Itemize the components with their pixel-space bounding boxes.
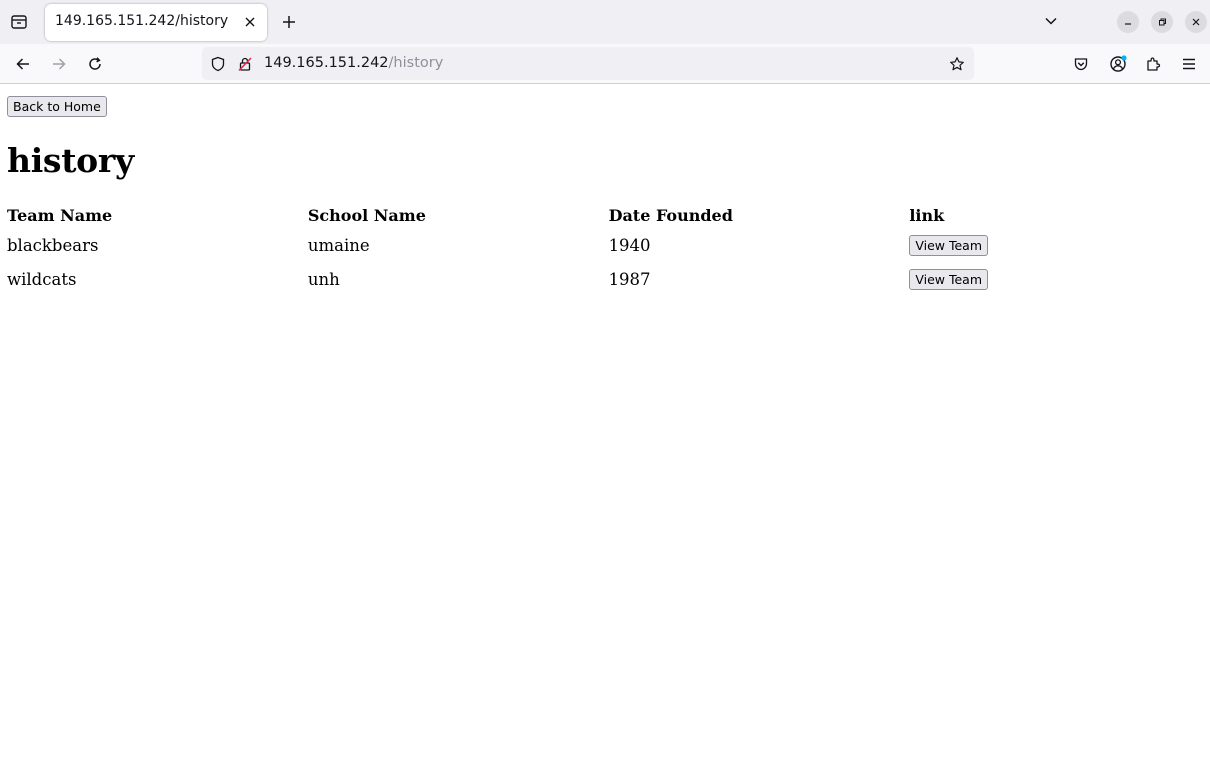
view-team-button[interactable]: View Team bbox=[909, 234, 989, 256]
shield-icon[interactable] bbox=[209, 55, 227, 73]
chevron-down-icon[interactable] bbox=[1039, 9, 1063, 33]
column-header-link: link bbox=[909, 206, 945, 225]
forward-arrow-icon[interactable] bbox=[45, 50, 73, 78]
close-window-icon[interactable] bbox=[1185, 11, 1207, 33]
school-name-cell: umaine bbox=[307, 235, 370, 255]
tab-title: 149.165.151.242/history bbox=[55, 13, 229, 29]
pocket-icon[interactable] bbox=[1067, 50, 1095, 78]
back-arrow-icon[interactable] bbox=[9, 50, 37, 78]
table-row: blackbears umaine 1940 View Team bbox=[7, 228, 1210, 262]
new-tab-plus-icon[interactable] bbox=[276, 9, 302, 35]
account-icon[interactable] bbox=[1104, 50, 1132, 78]
link-cell: View Team bbox=[909, 262, 1210, 296]
page-title: history bbox=[7, 141, 134, 180]
back-to-home-button[interactable]: Back to Home bbox=[7, 96, 107, 117]
link-cell: View Team bbox=[909, 228, 1210, 262]
column-header-team-name: Team Name bbox=[7, 206, 113, 225]
active-tab[interactable]: 149.165.151.242/history bbox=[45, 4, 267, 41]
close-tab-icon[interactable] bbox=[240, 12, 260, 32]
reload-icon[interactable] bbox=[81, 50, 109, 78]
insecure-lock-icon[interactable] bbox=[236, 55, 254, 73]
school-name-cell: unh bbox=[307, 269, 340, 289]
hamburger-menu-icon[interactable] bbox=[1175, 50, 1203, 78]
column-header-school-name: School Name bbox=[307, 206, 426, 225]
restore-window-icon[interactable] bbox=[1151, 11, 1173, 33]
navigation-toolbar: 149.165.151.242/history bbox=[0, 44, 1210, 84]
table-row: wildcats unh 1987 View Team bbox=[7, 262, 1210, 296]
team-name-cell: wildcats bbox=[7, 269, 77, 289]
url-text[interactable]: 149.165.151.242/history bbox=[264, 55, 443, 71]
view-team-button[interactable]: View Team bbox=[909, 268, 989, 290]
bookmark-star-icon[interactable] bbox=[948, 55, 966, 73]
page-content: Back to Home history Team Name School Na… bbox=[0, 85, 1210, 766]
table-header-row: Team Name School Name Date Founded link bbox=[7, 206, 1210, 228]
list-all-tabs-icon[interactable] bbox=[5, 8, 33, 36]
address-bar[interactable]: 149.165.151.242/history bbox=[202, 47, 974, 80]
date-founded-cell: 1987 bbox=[608, 269, 651, 289]
tab-strip: 149.165.151.242/history bbox=[0, 0, 1210, 44]
minimize-window-icon[interactable] bbox=[1117, 11, 1139, 33]
url-host: 149.165.151.242 bbox=[264, 55, 389, 71]
teams-table: Team Name School Name Date Founded link … bbox=[7, 206, 1210, 296]
team-name-cell: blackbears bbox=[7, 235, 99, 255]
extensions-puzzle-icon[interactable] bbox=[1139, 50, 1167, 78]
column-header-date-founded: Date Founded bbox=[608, 206, 733, 225]
url-path: /history bbox=[388, 55, 444, 71]
date-founded-cell: 1940 bbox=[608, 235, 651, 255]
